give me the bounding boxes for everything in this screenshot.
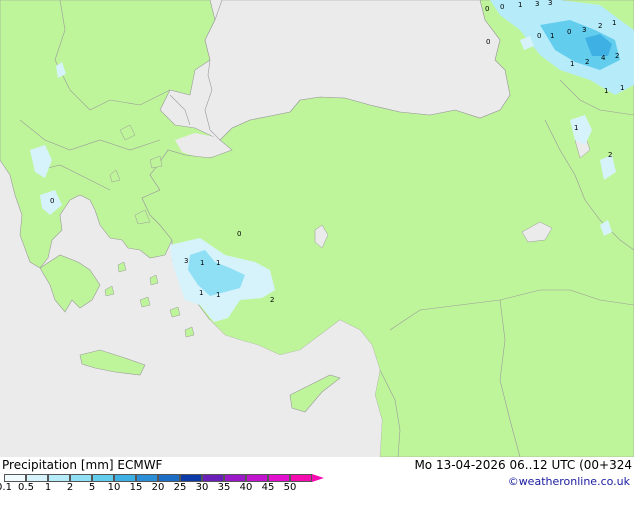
point-label: 1 <box>574 124 578 132</box>
point-label: 2 <box>585 58 589 66</box>
colorbar-tick-label: 10 <box>107 482 121 493</box>
colorbar-tick-label: 1 <box>44 482 52 493</box>
point-label: 3 <box>548 0 552 7</box>
colorbar-tick-label: 40 <box>239 482 253 493</box>
colorbar-tick-label: 0.5 <box>18 482 34 493</box>
point-label: 1 <box>200 259 204 267</box>
point-label: 0 <box>485 5 489 13</box>
point-label: 1 <box>604 87 608 95</box>
point-label: 4 <box>601 54 606 62</box>
colorbar-segment <box>290 474 312 482</box>
colorbar-segment <box>48 474 70 482</box>
point-label: 1 <box>612 19 616 27</box>
point-label: 1 <box>620 84 624 92</box>
colorbar-segment <box>26 474 48 482</box>
colorbar-tick-label: 5 <box>88 482 96 493</box>
colorbar-segment <box>114 474 136 482</box>
point-label: 2 <box>608 151 612 159</box>
colorbar-tick-label: 2 <box>66 482 74 493</box>
credit-link[interactable]: ©weatheronline.co.uk <box>508 475 630 488</box>
point-label: 1 <box>570 60 574 68</box>
point-label: 0 <box>486 38 490 46</box>
point-label: 1 <box>518 1 522 9</box>
colorbar-segment <box>4 474 26 482</box>
point-label: 1 <box>199 289 203 297</box>
colorbar-tick-label: 35 <box>217 482 231 493</box>
point-label: 2 <box>270 296 274 304</box>
point-label: 0 <box>50 197 54 205</box>
colorbar-tick-label: 0.1 <box>0 482 12 493</box>
point-label: 1 <box>550 32 554 40</box>
colorbar-segment <box>268 474 290 482</box>
precipitation-map: 0 0 1 3 3 0 1 2 1 0 0 1 3 2 1 1 2 4 2 1 … <box>0 0 634 457</box>
colorbar-segment <box>246 474 268 482</box>
point-label: 2 <box>615 52 619 60</box>
point-label: 1 <box>216 291 220 299</box>
colorbar-segment <box>158 474 180 482</box>
point-label: 3 <box>582 26 586 34</box>
point-label: 3 <box>184 257 188 265</box>
valid-time-label: Mo 13-04-2026 06..12 UTC (00+324 <box>414 458 632 472</box>
point-label: 2 <box>598 22 602 30</box>
colorbar-tick-label: 45 <box>261 482 275 493</box>
point-label: 0 <box>567 28 571 36</box>
colorbar-segment <box>224 474 246 482</box>
point-label: 3 <box>535 0 539 8</box>
colorbar-segment <box>180 474 202 482</box>
colorbar-arrow <box>312 474 324 482</box>
map-title: Precipitation [mm] ECMWF <box>2 458 163 472</box>
colorbar-segment <box>136 474 158 482</box>
point-label: 0 <box>500 3 504 11</box>
colorbar-segment <box>92 474 114 482</box>
precipitation-colorbar: 0.10.5125101520253035404550 <box>0 474 326 514</box>
colorbar-tick-label: 25 <box>173 482 187 493</box>
colorbar-segment <box>202 474 224 482</box>
colorbar-tick-label: 50 <box>283 482 297 493</box>
colorbar-tick-label: 15 <box>129 482 143 493</box>
colorbar-tick-label: 20 <box>151 482 165 493</box>
point-label: 1 <box>216 259 220 267</box>
map-footer: Precipitation [mm] ECMWF Mo 13-04-2026 0… <box>0 457 634 493</box>
colorbar-segment <box>70 474 92 482</box>
point-label: 0 <box>237 230 241 238</box>
colorbar-tick-label: 30 <box>195 482 209 493</box>
point-label: 0 <box>537 32 541 40</box>
